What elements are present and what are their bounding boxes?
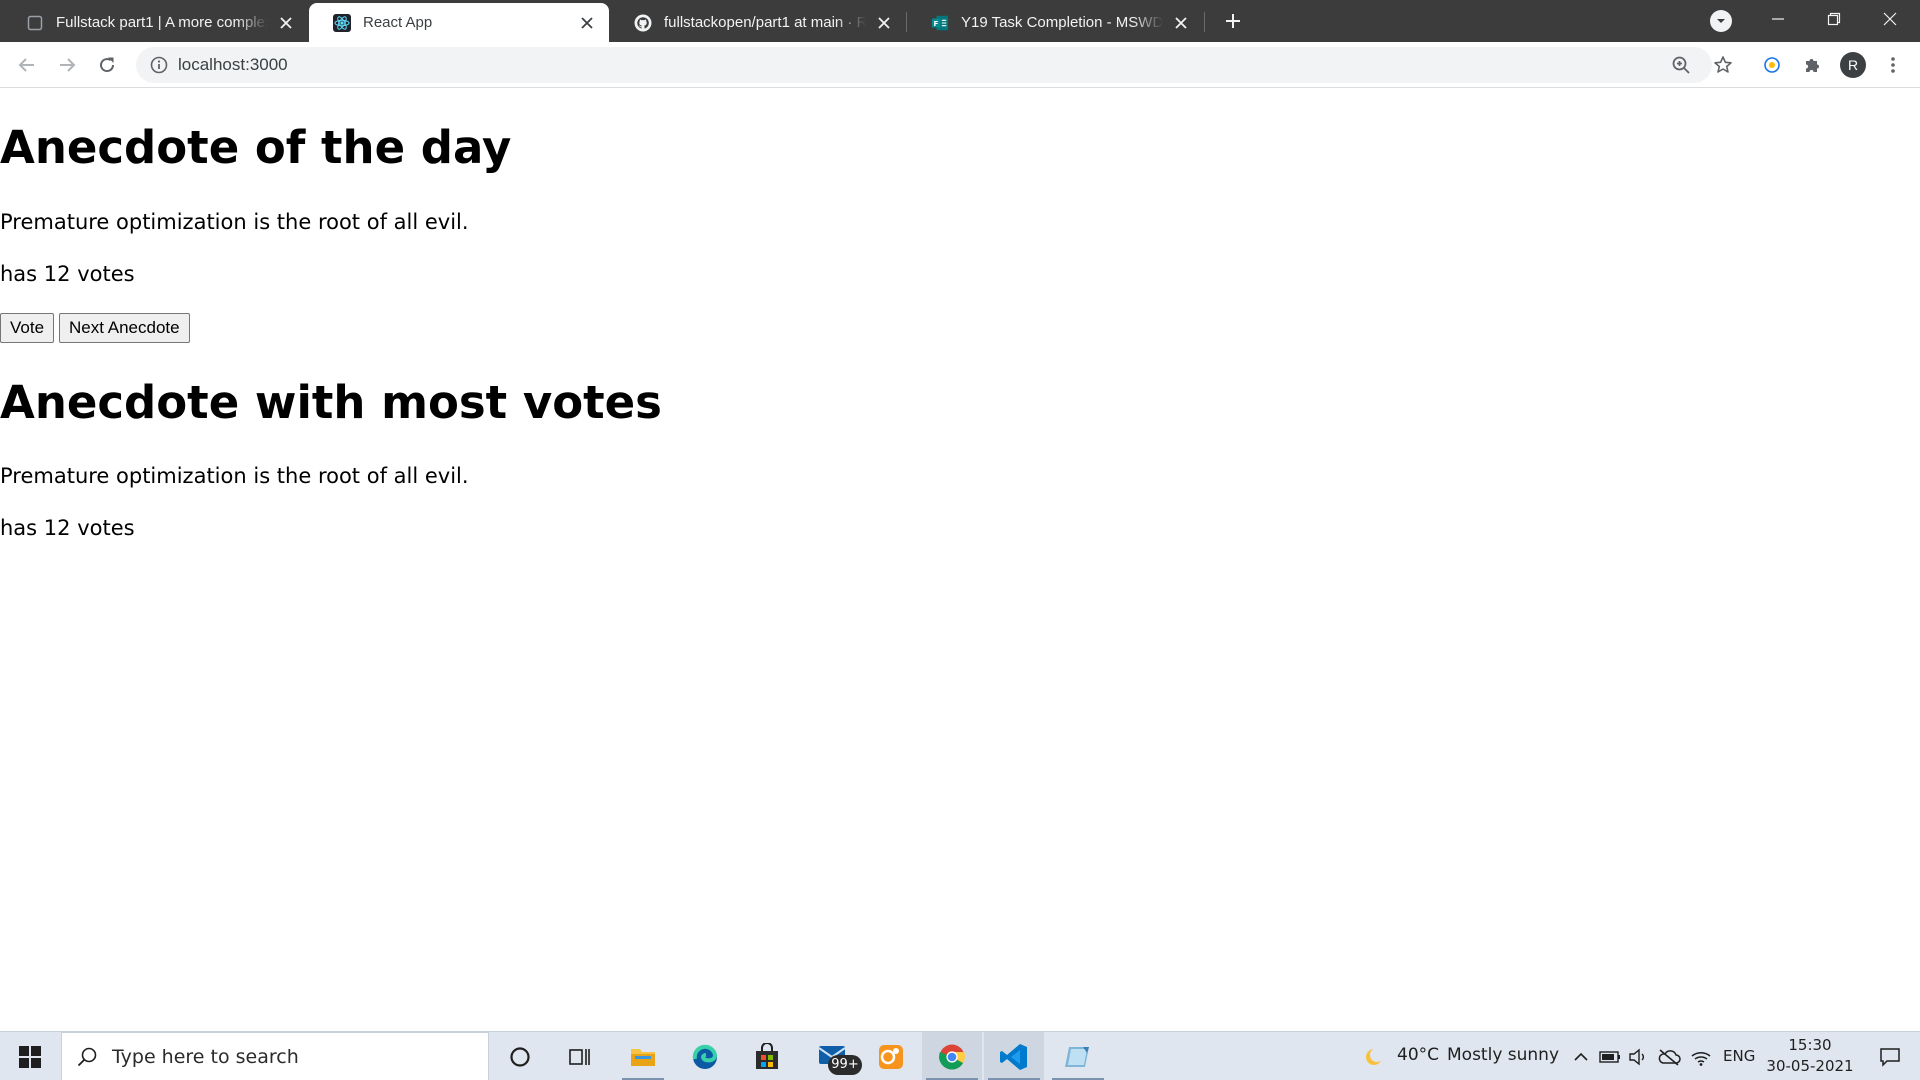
chrome-icon xyxy=(939,1044,965,1070)
windows-taskbar: Type here to search 99+ 40°C Mostly sunn… xyxy=(0,1031,1920,1080)
mail-button[interactable]: 99+ xyxy=(806,1032,862,1080)
tab-title: React App xyxy=(363,14,433,31)
anecdote-votes: has 12 votes xyxy=(0,262,135,286)
svg-text:F: F xyxy=(933,18,938,27)
tab-search-button[interactable] xyxy=(1710,10,1732,32)
browser-tab-strip: Fullstack part1 | A more complex state, … xyxy=(0,0,1920,42)
clock-time: 15:30 xyxy=(1788,1036,1832,1054)
task-view-icon xyxy=(569,1048,590,1065)
weather-description[interactable]: Mostly sunny xyxy=(1447,1045,1559,1065)
reload-icon xyxy=(100,57,115,73)
close-icon[interactable] xyxy=(874,13,894,33)
tab-fullstack-part1[interactable]: Fullstack part1 | A more complex state, … xyxy=(2,3,308,42)
arrow-right-icon xyxy=(60,58,76,72)
tab-y19-task-completion[interactable]: F Y19 Task Completion - MSWD - F xyxy=(907,3,1203,42)
close-icon[interactable] xyxy=(276,13,296,33)
most-votes-heading: Anecdote with most votes xyxy=(0,376,662,429)
windows-icon xyxy=(19,1045,41,1068)
tab-separator xyxy=(1204,12,1205,32)
close-icon[interactable] xyxy=(577,13,597,33)
mail-badge: 99+ xyxy=(828,1055,862,1075)
close-icon xyxy=(1883,12,1897,26)
extensions-menu-button[interactable] xyxy=(1798,51,1826,79)
system-clock[interactable]: 15:30 30-05-2021 xyxy=(1762,1035,1858,1077)
most-votes-count: has 12 votes xyxy=(0,516,135,540)
close-icon[interactable] xyxy=(1171,13,1191,33)
task-view-button[interactable] xyxy=(555,1032,605,1080)
file-explorer-button[interactable] xyxy=(618,1032,668,1080)
chevron-up-icon xyxy=(1574,1052,1588,1061)
react-icon xyxy=(333,13,351,32)
url-text[interactable]: localhost:3000 xyxy=(178,55,288,75)
tab-react-app[interactable]: React App xyxy=(309,3,609,42)
browser-menu-button[interactable] xyxy=(1879,51,1907,79)
input-language[interactable]: ENG xyxy=(1723,1047,1755,1065)
anecdote-text: Premature optimization is the root of al… xyxy=(0,210,469,234)
store-button[interactable] xyxy=(742,1032,792,1080)
vscode-icon xyxy=(1000,1043,1027,1070)
onedrive-icon[interactable] xyxy=(1656,1032,1682,1080)
volume-icon[interactable] xyxy=(1626,1032,1650,1080)
bookmark-star-button[interactable] xyxy=(1709,51,1737,79)
battery-icon[interactable] xyxy=(1598,1032,1622,1080)
star-icon xyxy=(1714,56,1732,73)
store-icon xyxy=(756,1042,778,1069)
restore-icon xyxy=(1827,12,1841,26)
edge-button[interactable] xyxy=(680,1032,730,1080)
notifications-button[interactable] xyxy=(1862,1032,1918,1080)
edge-icon xyxy=(692,1044,718,1069)
tab-title: fullstackopen/part1 at main · Ram xyxy=(664,14,866,31)
page-icon xyxy=(26,14,44,32)
more-vertical-icon xyxy=(1891,57,1895,73)
minimize-button[interactable] xyxy=(1750,0,1806,38)
anecdote-heading: Anecdote of the day xyxy=(0,121,512,174)
notification-icon xyxy=(1880,1047,1900,1067)
info-icon[interactable] xyxy=(150,56,168,74)
avatar[interactable]: R xyxy=(1840,52,1866,78)
taskbar-search-box[interactable]: Type here to search xyxy=(61,1032,489,1080)
search-icon xyxy=(77,1047,97,1066)
browser-toolbar: localhost:3000 R xyxy=(0,42,1920,88)
github-icon xyxy=(634,14,652,32)
search-placeholder: Type here to search xyxy=(112,1045,299,1068)
cortana-icon xyxy=(510,1046,530,1067)
chevron-down-icon xyxy=(1717,19,1725,23)
show-hidden-icons-button[interactable] xyxy=(1570,1032,1592,1080)
clock-date: 30-05-2021 xyxy=(1766,1057,1854,1075)
start-button[interactable] xyxy=(0,1032,60,1080)
most-votes-text: Premature optimization is the root of al… xyxy=(0,464,469,488)
puzzle-icon xyxy=(1806,59,1819,72)
vscode-button[interactable] xyxy=(984,1032,1044,1080)
arrow-left-icon xyxy=(18,58,34,72)
vote-button[interactable]: Vote xyxy=(0,313,55,343)
paint-app-button[interactable] xyxy=(866,1032,916,1080)
page-content: Anecdote of the day Premature optimizati… xyxy=(0,89,1920,1031)
minimize-icon xyxy=(1772,18,1784,20)
paint-icon xyxy=(879,1044,903,1069)
new-tab-button[interactable] xyxy=(1220,8,1246,34)
forms-icon: F xyxy=(931,14,949,32)
extension-button[interactable] xyxy=(1758,51,1786,79)
forward-button[interactable] xyxy=(53,51,81,79)
next-anecdote-button[interactable]: Next Anecdote xyxy=(59,313,190,343)
weather-temperature[interactable]: 40°C xyxy=(1397,1045,1439,1065)
back-button[interactable] xyxy=(13,51,41,79)
extension-icon xyxy=(1764,57,1780,73)
address-bar[interactable]: localhost:3000 xyxy=(136,47,1712,83)
reload-button[interactable] xyxy=(93,51,121,79)
tab-title: Fullstack part1 | A more complex state, … xyxy=(56,14,268,31)
cortana-button[interactable] xyxy=(495,1032,545,1080)
close-window-button[interactable] xyxy=(1862,0,1918,38)
tab-title: Y19 Task Completion - MSWD - F xyxy=(961,14,1163,31)
restore-button[interactable] xyxy=(1806,0,1862,38)
notepad-icon xyxy=(1065,1046,1089,1067)
chrome-button[interactable] xyxy=(922,1032,982,1080)
plus-icon xyxy=(1226,14,1240,28)
notepad-app-button[interactable] xyxy=(1048,1032,1108,1080)
tab-github-fullstackopen[interactable]: fullstackopen/part1 at main · Ram xyxy=(610,3,906,42)
folder-icon xyxy=(631,1048,655,1066)
zoom-icon[interactable] xyxy=(1669,53,1693,77)
weather-icon[interactable] xyxy=(1360,1032,1388,1080)
wifi-icon[interactable] xyxy=(1688,1032,1714,1080)
